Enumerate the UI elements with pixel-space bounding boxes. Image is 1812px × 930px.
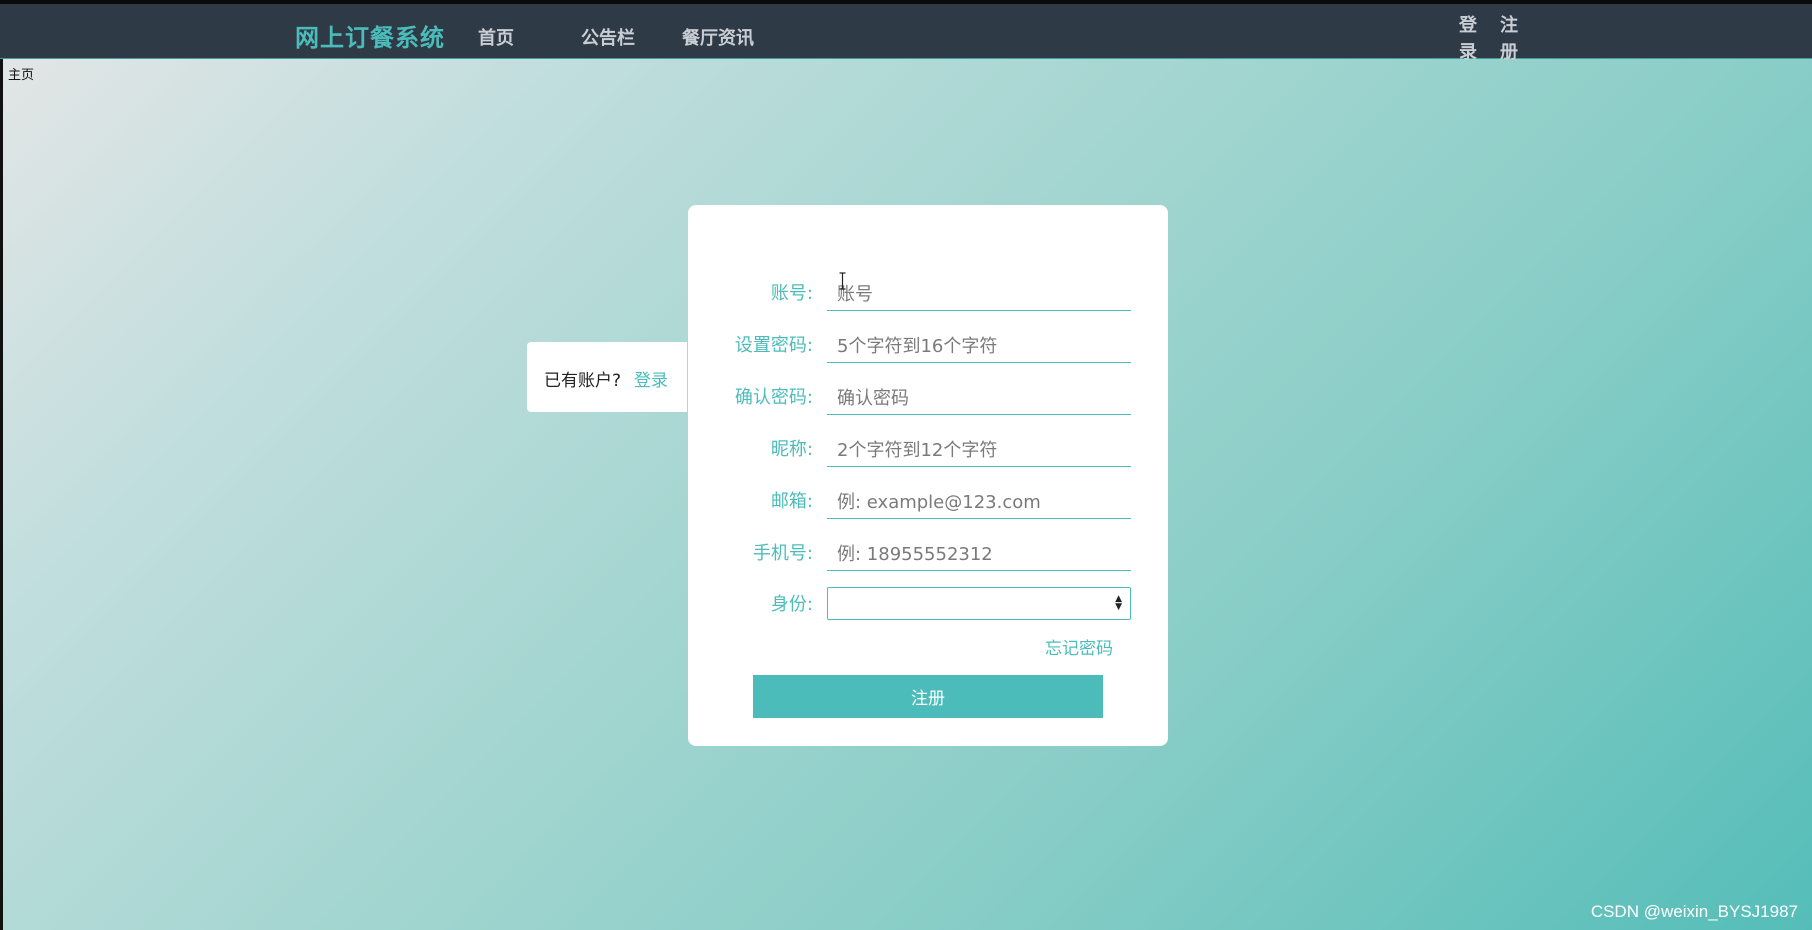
left-edge-strip [0,59,3,930]
account-input[interactable] [827,279,1131,311]
password-label: 设置密码: [734,335,813,356]
role-select[interactable]: ▲ ▼ [827,587,1131,620]
phone-label: 手机号: [752,543,813,564]
forgot-password-link[interactable]: 忘记密码 [1045,634,1113,659]
confirm-password-label: 确认密码: [734,387,813,408]
text-cursor-icon [839,272,846,290]
header-register-link[interactable]: 注册 [1500,12,1520,66]
account-label: 账号: [770,283,813,304]
switch-to-login-link[interactable]: 登录 [634,366,668,391]
nickname-label: 昵称: [770,439,813,460]
have-account-text: 已有账户? [544,371,622,391]
nav-restaurant-news[interactable]: 餐厅资讯 [682,24,754,50]
login-prompt-panel: 已有账户? 登录 [527,342,687,412]
password-input[interactable] [827,331,1131,363]
nav-bulletin[interactable]: 公告栏 [581,24,635,50]
register-submit-button[interactable]: 注册 [753,675,1103,718]
brand-logo-text[interactable]: 网上订餐系统 [295,18,445,53]
nav-home[interactable]: 首页 [478,24,514,50]
header-login-link[interactable]: 登录 [1459,12,1479,66]
email-label: 邮箱: [770,491,813,512]
nickname-input[interactable] [827,435,1131,467]
role-label: 身份: [770,594,813,615]
top-navbar: 网上订餐系统 首页 公告栏 餐厅资讯 登录 注册 [0,0,1812,63]
chevron-updown-icon: ▲ ▼ [1115,594,1122,612]
corner-label: 主页 [7,68,34,83]
confirm-password-input[interactable] [827,383,1131,415]
email-input[interactable] [827,487,1131,519]
watermark-text: CSDN @weixin_BYSJ1987 [1590,902,1798,921]
register-form-card: 账号: 设置密码: 确认密码: 昵称: 邮箱: 手机号: 身份: ▲▼ 忘记密码… [688,205,1168,746]
phone-input[interactable] [827,539,1131,571]
